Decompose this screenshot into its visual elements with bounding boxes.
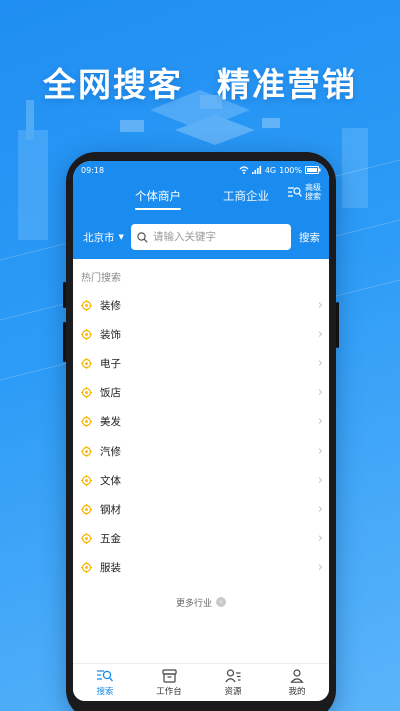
list-item[interactable]: 汽修 › [73,436,329,465]
caret-down-icon: ▼ [118,233,124,241]
list-item-label: 钢材 [100,503,121,516]
list-item-label: 装饰 [100,329,121,342]
wifi-icon [239,166,249,174]
city-name: 北京市 [83,231,115,244]
chevron-right-icon: › [317,443,323,459]
chevron-right-icon: › [317,472,323,488]
search-list-icon [97,669,113,681]
target-icon [81,474,92,486]
chevron-right-icon: › [317,501,323,517]
list-item[interactable]: 五金 › [73,524,329,553]
chevron-right-icon: › [317,356,323,372]
chevron-right-icon: › [317,530,323,546]
list-item-label: 饭店 [100,387,121,400]
app-header: 09:18 4G 100% 个体商户 工商企业 高级搜索 北京市 ▼ 请输入关键… [73,161,329,259]
chevron-right-icon: › [317,559,323,575]
advanced-search-label: 高级搜索 [305,183,321,201]
tab-individual-merchant[interactable]: 个体商户 [135,188,181,210]
list-item[interactable]: 电子 › [73,349,329,378]
status-time: 09:18 [81,165,105,175]
target-icon [81,532,92,544]
bottom-tab-bar: 搜索 工作台 资源 我的 [73,663,329,701]
list-item[interactable]: 装饰 › [73,320,329,349]
tab-search-label: 搜索 [96,686,114,697]
hot-search-list: 装修 › 装饰 › 电子 › 饭店 › 美发 › 汽修 › 文体 › 钢材 › 五金 › 服装 › [73,291,329,582]
target-icon [81,503,92,515]
list-item[interactable]: 服装 › [73,553,329,582]
slogan-right: 精准营销 [217,65,357,104]
target-icon [81,358,92,370]
banner-slogan: 全网搜客 精准营销 [0,58,400,106]
target-icon [81,387,92,399]
list-item-label: 服装 [100,561,121,574]
search-button[interactable]: 搜索 [299,230,320,245]
battery-percent: 100% [279,165,302,175]
target-icon [81,300,92,312]
list-item-label: 五金 [100,532,121,545]
tab-business-enterprise[interactable]: 工商企业 [223,188,269,204]
app-screen: 09:18 4G 100% 个体商户 工商企业 高级搜索 北京市 ▼ 请输入关键… [73,161,329,701]
search-input[interactable] [153,231,283,243]
hot-search-title: 热门搜索 [81,273,121,284]
tab-workbench-label: 工作台 [156,686,182,697]
chevron-right-icon: › [317,298,323,314]
tab-mine[interactable]: 我的 [272,668,322,697]
advanced-search-button[interactable]: 高级搜索 [288,183,323,201]
list-item-label: 电子 [100,358,121,371]
chevron-right-icon: › [317,414,323,430]
list-item[interactable]: 文体 › [73,466,329,495]
search-box [131,224,291,250]
target-icon [81,445,92,457]
contacts-icon [225,668,241,682]
list-item-label: 文体 [100,474,121,487]
list-item-label: 汽修 [100,445,121,458]
list-item[interactable]: 美发 › [73,407,329,436]
list-item[interactable]: 钢材 › [73,495,329,524]
user-icon [290,668,304,683]
chevron-right-icon: › [317,385,323,401]
list-item-label: 装修 [100,300,121,313]
workbench-icon [161,668,177,683]
battery-icon [305,166,321,174]
tab-resources[interactable]: 资源 [208,668,258,697]
target-icon [81,416,92,428]
city-selector[interactable]: 北京市 ▼ [79,230,131,245]
search-row: 北京市 ▼ 搜索 [73,223,329,251]
more-industries-link[interactable]: 更多行业 › [73,596,329,609]
category-tabs: 个体商户 工商企业 高级搜索 [73,179,329,213]
tab-resources-label: 资源 [224,686,242,697]
list-item[interactable]: 饭店 › [73,378,329,407]
list-item[interactable]: 装修 › [73,291,329,320]
chevron-right-circle-icon: › [216,597,226,608]
chevron-right-icon: › [317,327,323,343]
filter-search-icon [288,187,302,197]
search-icon [137,231,148,243]
status-bar: 09:18 4G 100% [73,161,329,179]
target-icon [81,561,92,573]
list-item-label: 美发 [100,416,121,429]
tab-search[interactable]: 搜索 [80,669,130,697]
target-icon [81,329,92,341]
tab-workbench[interactable]: 工作台 [144,668,194,697]
more-industries-label: 更多行业 [175,598,212,609]
signal-icon [251,166,261,174]
network-type: 4G [264,165,277,175]
tab-mine-label: 我的 [288,686,306,697]
slogan-left: 全网搜客 [43,65,183,104]
